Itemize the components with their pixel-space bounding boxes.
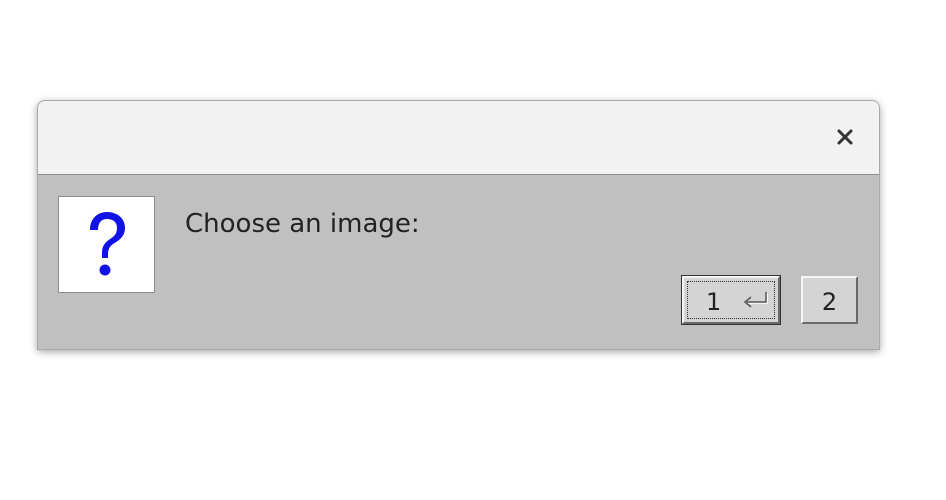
option-1-button[interactable]: 1 (681, 275, 781, 325)
option-2-label: 2 (821, 288, 838, 316)
title-bar (38, 101, 879, 175)
option-1-label: 1 (706, 288, 722, 316)
close-icon[interactable] (835, 127, 855, 147)
dialog-message: Choose an image: (185, 209, 420, 239)
question-mark-icon (58, 196, 155, 293)
option-2-button[interactable]: 2 (801, 276, 858, 324)
dialog-body: Choose an image: 1 2 (38, 175, 879, 349)
enter-key-icon (740, 290, 772, 320)
option-dialog: Choose an image: 1 2 (37, 100, 880, 350)
